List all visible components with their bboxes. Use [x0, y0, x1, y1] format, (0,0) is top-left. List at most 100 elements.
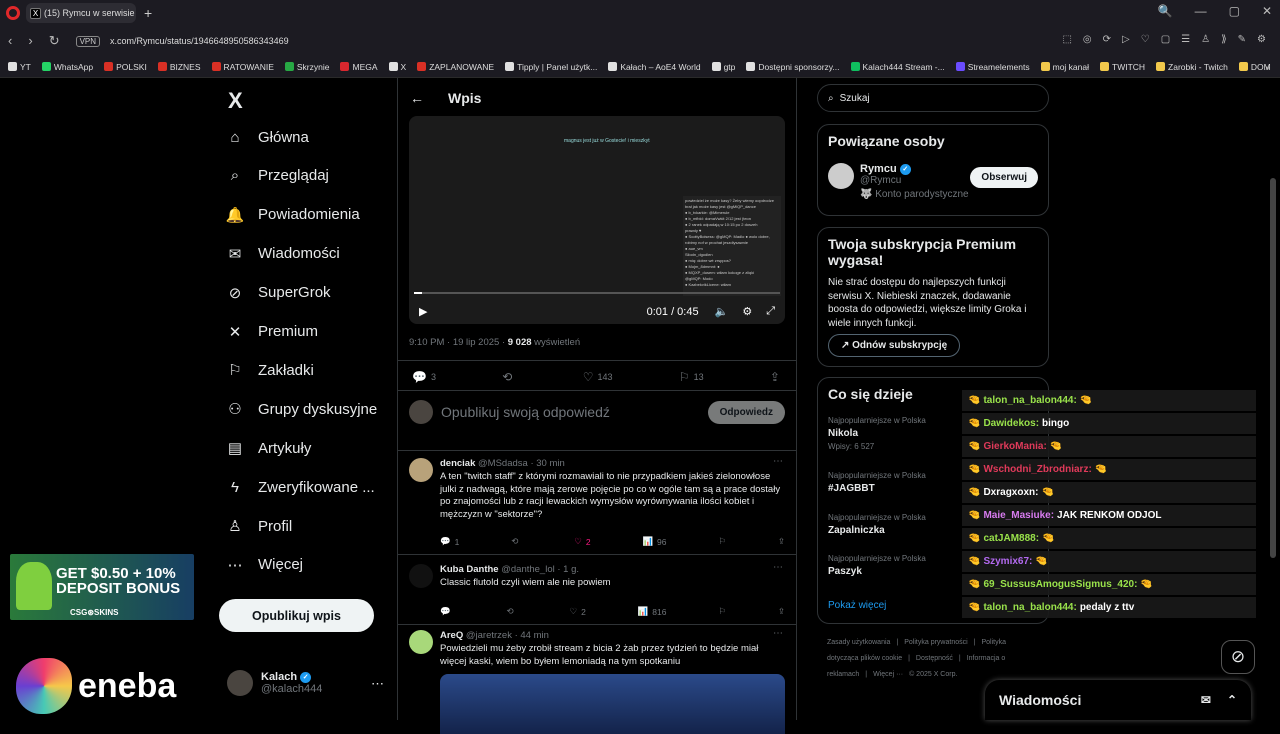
trend-item[interactable]: Najpopularniejsze w Polska Paszyk: [828, 554, 926, 577]
share-button[interactable]: ⇪: [770, 370, 784, 384]
new-message-icon[interactable]: ✉: [1201, 693, 1211, 707]
nav-item-home[interactable]: ⌂ Główna: [226, 128, 308, 146]
bookmark-button[interactable]: ⚐: [718, 606, 726, 617]
more-icon[interactable]: ⋯: [371, 676, 384, 692]
tweet-time[interactable]: · 1 g.: [557, 564, 579, 575]
reload-icon[interactable]: ↻: [49, 33, 60, 49]
nav-item-supergrok[interactable]: ⊘ SuperGrok: [226, 284, 331, 302]
forward-icon[interactable]: ›: [28, 33, 32, 49]
screenshot-icon[interactable]: ⬚: [1062, 34, 1071, 45]
footer-link[interactable]: Zasady użytkowania: [827, 639, 890, 646]
box-icon[interactable]: ▢: [1161, 34, 1170, 45]
nav-item-communities[interactable]: ⚇ Grupy dyskusyjne: [226, 400, 377, 419]
reply-button[interactable]: 💬 3: [412, 370, 436, 384]
account-switcher[interactable]: Kalach ✓ @kalach444 ⋯: [227, 670, 384, 696]
footer-link[interactable]: Polityka prywatności: [904, 639, 967, 646]
bookmark-item[interactable]: ZAPLANOWANE: [417, 62, 494, 72]
bookmark-item[interactable]: Dostępni sponsorzy...: [746, 62, 840, 72]
like-button[interactable]: ♡ 2: [574, 536, 590, 547]
new-tab-icon[interactable]: +: [144, 5, 152, 21]
reply-button[interactable]: Odpowiedz: [707, 400, 785, 424]
video-progress-bar[interactable]: [414, 292, 780, 294]
nav-item-bookmarks[interactable]: ⚐ Zakładki: [226, 361, 314, 380]
retweet-button[interactable]: ⟲: [511, 536, 522, 547]
bookmark-button[interactable]: ⚐: [718, 536, 726, 547]
profile-icon[interactable]: ♙: [1201, 34, 1210, 45]
bookmark-item[interactable]: Skrzynie: [284, 62, 329, 72]
bookmark-item[interactable]: X: [388, 62, 406, 72]
trend-item[interactable]: Najpopularniejsze w Polska #JAGBBT: [828, 471, 926, 494]
vpn-badge[interactable]: VPN: [75, 35, 101, 47]
tweet-media[interactable]: [440, 674, 785, 734]
more-icon[interactable]: ⋯: [773, 562, 783, 573]
expand-icon[interactable]: ⌃: [1227, 693, 1237, 707]
browser-tab[interactable]: X (15) Rymcu w serwisie X: ×: [26, 3, 136, 23]
camera-icon[interactable]: ◎: [1083, 34, 1092, 45]
fullscreen-icon[interactable]: ⤢: [766, 305, 775, 318]
follow-button[interactable]: Obserwuj: [970, 167, 1038, 188]
scrollbar[interactable]: [1270, 178, 1276, 558]
bookmark-item[interactable]: RATOWANIE: [211, 62, 274, 72]
tweet-author-name[interactable]: Kuba Danthe: [440, 564, 499, 575]
bookmark-item[interactable]: TWITCH: [1100, 62, 1145, 72]
reply-input[interactable]: Opublikuj swoją odpowiedź: [441, 404, 610, 420]
settings-icon[interactable]: ⚙: [1257, 34, 1266, 45]
maximize-icon[interactable]: ▢: [1229, 4, 1240, 18]
nav-item-more[interactable]: ⋯ Więcej: [226, 556, 304, 574]
bookmark-item[interactable]: moj kanał: [1040, 62, 1089, 72]
sync-icon[interactable]: ⟳: [1103, 34, 1111, 45]
retweet-button[interactable]: ⟲: [506, 606, 517, 617]
bookmark-item[interactable]: POLSKI: [104, 62, 147, 72]
share-button[interactable]: ⇪: [778, 606, 785, 617]
post-timestamp[interactable]: 9:10 PM · 19 lip 2025 ·: [409, 337, 508, 348]
publish-post-button[interactable]: Opublikuj wpis: [219, 599, 374, 632]
bookmark-item[interactable]: Streamelements: [955, 62, 1030, 72]
views-button[interactable]: 📊 96: [642, 536, 666, 547]
nav-item-profile[interactable]: ♙ Profil: [226, 517, 292, 536]
renew-subscription-button[interactable]: ↗ Odnów subskrypcję: [828, 334, 961, 357]
search-icon[interactable]: 🔍: [1158, 4, 1173, 18]
tweet-author-handle[interactable]: @MSdadsa: [478, 458, 528, 469]
nav-item-messages[interactable]: ✉ Wiadomości: [226, 245, 340, 263]
like-button[interactable]: ♡ 2: [569, 606, 585, 617]
tweet-author-name[interactable]: AreQ: [440, 630, 463, 641]
more-icon[interactable]: ⋯: [773, 456, 783, 467]
menu-icon[interactable]: ☰: [1181, 34, 1190, 45]
sidebar-icon[interactable]: ⟫: [1221, 34, 1227, 45]
back-icon[interactable]: ‹: [8, 33, 12, 49]
bookmark-item[interactable]: BIZNES: [157, 62, 201, 72]
avatar[interactable]: [409, 458, 433, 482]
reply-button[interactable]: 💬: [440, 606, 455, 617]
footer-link[interactable]: Dostępność: [916, 655, 953, 662]
heart-icon[interactable]: ♡: [1141, 34, 1150, 45]
opera-logo-icon[interactable]: [6, 6, 20, 20]
footer-link[interactable]: Więcej ···: [873, 671, 903, 678]
trend-item[interactable]: Najpopularniejsze w Polska Nikola Wpisy: 6…: [828, 416, 926, 451]
bookmark-item[interactable]: Kałach – AoE4 World: [608, 62, 701, 72]
grok-button[interactable]: ⊘: [1221, 640, 1255, 674]
volume-icon[interactable]: 🔈: [715, 305, 729, 318]
messages-drawer[interactable]: Wiadomości ✉ ⌃: [985, 680, 1251, 720]
trend-item[interactable]: Najpopularniejsze w Polska Zapalniczka: [828, 513, 926, 536]
url-field[interactable]: x.com/Rymcu/status/1946648950586343469: [110, 36, 289, 46]
nav-item-articles[interactable]: ▤ Artykuły: [226, 439, 311, 458]
video-player[interactable]: magnus jest już w Gostecie! i mieszkyt p…: [409, 116, 785, 324]
nav-item-verified-orgs[interactable]: ϟ Zweryfikowane ...: [226, 478, 375, 496]
nav-item-premium[interactable]: ✕ Premium: [226, 323, 318, 341]
bookmark-item[interactable]: Zarobki - Twitch: [1156, 62, 1228, 72]
tweet-author-name[interactable]: denciak: [440, 458, 475, 469]
settings-icon[interactable]: ⚙: [742, 305, 752, 318]
tweet-time[interactable]: · 44 min: [515, 630, 549, 641]
bookmark-button[interactable]: ⚐ 13: [679, 370, 704, 384]
bookmark-item[interactable]: Kalach444 Stream -...: [850, 62, 945, 72]
footer-link[interactable]: © 2025 X Corp.: [909, 671, 957, 678]
tweet-author-handle[interactable]: @danthe_lol: [501, 564, 555, 575]
bookmark-item[interactable]: gtp: [711, 62, 735, 72]
close-icon[interactable]: ✕: [1262, 4, 1272, 18]
like-button[interactable]: ♡ 143: [583, 370, 613, 384]
reply-button[interactable]: 💬 1: [440, 536, 459, 547]
show-more-link[interactable]: Pokaż więcej: [828, 600, 886, 611]
edit-icon[interactable]: ✎: [1238, 34, 1246, 45]
search-input[interactable]: ⌕ Szukaj: [817, 84, 1049, 112]
views-button[interactable]: 📊 816: [638, 606, 667, 617]
